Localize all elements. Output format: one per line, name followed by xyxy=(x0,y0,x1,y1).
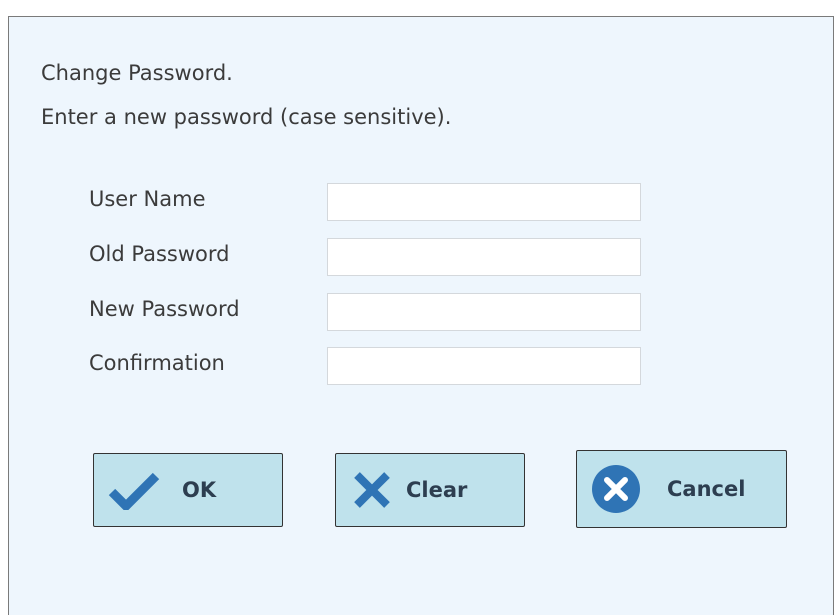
old-password-input[interactable] xyxy=(327,238,641,276)
x-icon xyxy=(352,470,392,510)
old-password-label: Old Password xyxy=(89,242,230,266)
clear-button[interactable]: Clear xyxy=(335,453,525,527)
cancel-circle-icon xyxy=(591,464,641,514)
ok-button-label: OK xyxy=(182,478,217,502)
dialog-title: Change Password. xyxy=(41,61,233,85)
cancel-button[interactable]: Cancel xyxy=(576,450,787,528)
confirmation-label: Confirmation xyxy=(89,351,225,375)
user-name-input[interactable] xyxy=(327,183,641,221)
user-name-label: User Name xyxy=(89,187,206,211)
confirmation-input[interactable] xyxy=(327,347,641,385)
dialog-instruction: Enter a new password (case sensitive). xyxy=(41,105,452,129)
change-password-dialog: Change Password. Enter a new password (c… xyxy=(8,16,834,615)
cancel-button-label: Cancel xyxy=(667,477,746,501)
ok-button[interactable]: OK xyxy=(93,453,283,527)
check-icon xyxy=(108,470,160,513)
clear-button-label: Clear xyxy=(406,478,468,502)
new-password-label: New Password xyxy=(89,297,240,321)
new-password-input[interactable] xyxy=(327,293,641,331)
